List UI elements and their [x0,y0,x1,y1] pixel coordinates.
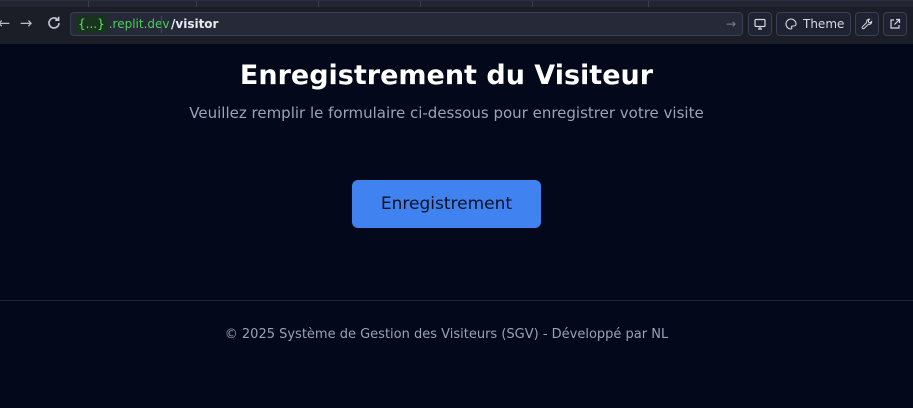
arrow-left-icon: ← [0,14,11,32]
go-button[interactable]: → [726,15,736,33]
open-external-button[interactable] [883,12,907,36]
tools-button[interactable] [855,12,879,36]
page-title: Enregistrement du Visiteur [239,60,654,91]
browser-toolbar: ← → {...} .replit.dev /visitor → Theme [0,0,913,44]
footer-copyright: © 2025 Système de Gestion des Visiteurs … [224,327,669,342]
monitor-icon [754,18,766,30]
footer-divider [0,300,913,301]
wrench-icon [861,18,873,30]
devices-button[interactable] [748,12,772,36]
url-host: {...} .replit.dev [75,15,170,33]
tab-strip [0,1,913,7]
theme-label: Theme [803,17,845,31]
url-path[interactable]: /visitor [171,15,218,33]
reload-button[interactable] [44,13,64,33]
forward-button[interactable]: → [16,13,36,33]
page-subtitle: Veuillez remplir le formulaire ci-dessou… [189,104,704,122]
register-button[interactable]: Enregistrement [352,180,541,228]
page: ← → {...} .replit.dev /visitor → Theme E… [0,0,913,408]
theme-button[interactable]: Theme [776,12,851,36]
reload-icon [48,16,60,29]
url-separator [161,16,162,33]
palette-icon [785,18,797,30]
back-button[interactable]: ← [0,13,14,33]
external-link-icon [890,18,901,29]
arrow-right-icon: → [725,17,736,31]
arrow-right-icon: → [19,14,33,32]
url-host-tag: {...} [75,15,108,33]
address-bar[interactable]: {...} .replit.dev /visitor → [70,12,743,36]
